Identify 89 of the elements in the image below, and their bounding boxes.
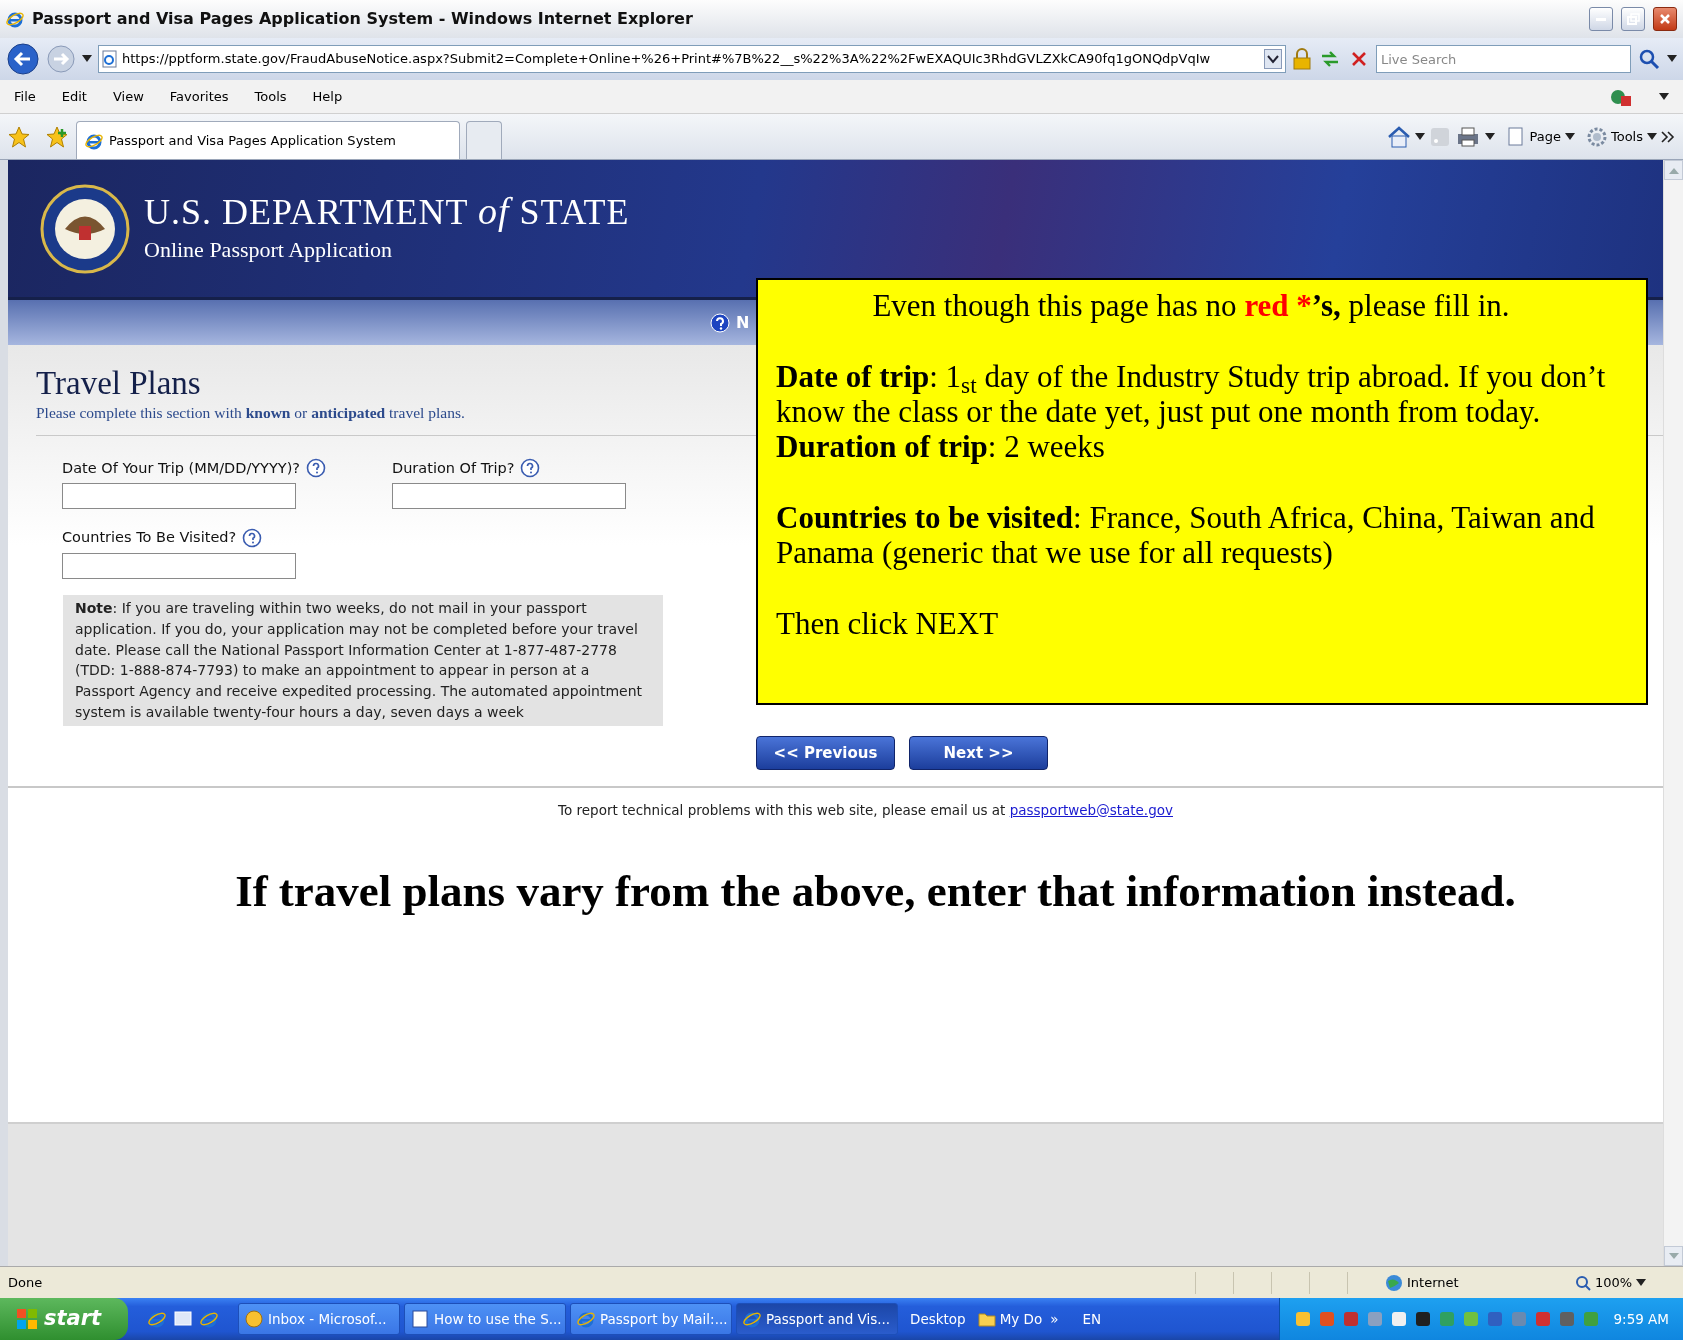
browser-logo-icon [577, 1310, 595, 1328]
field-label: Duration Of Trip? [392, 458, 515, 478]
menu-item[interactable]: Edit [61, 86, 87, 107]
dropdown-caret-icon [1647, 132, 1657, 141]
taskbar-button[interactable]: How to use the S... [404, 1303, 566, 1335]
field-label: Date Of Your Trip (MM/DD/YYYY)? [62, 458, 301, 478]
dropdown-caret-icon[interactable] [1659, 92, 1669, 101]
search-icon[interactable] [1637, 47, 1661, 71]
zoom-icon [1575, 1274, 1591, 1291]
clock: 9:59 AM [1613, 1309, 1669, 1329]
add-favorite-icon[interactable] [46, 125, 70, 148]
menu-item[interactable]: Help [312, 86, 343, 107]
callout-text: Then click NEXT [776, 606, 1000, 641]
home-icon[interactable] [1387, 125, 1412, 148]
input-field[interactable] [392, 483, 626, 510]
dropdown-caret-icon [1564, 132, 1575, 141]
dropdown-caret-icon[interactable] [1667, 55, 1677, 63]
scroll-down-icon[interactable] [1668, 1252, 1679, 1260]
toolbar-menu-button[interactable]: Tools [1586, 126, 1657, 147]
browser-logo-icon [743, 1310, 761, 1328]
section-subtitle: Please complete this section with known or anticipated travel plans. [36, 403, 465, 424]
taskbar-button[interactable]: Passport by Mail:... [570, 1303, 732, 1335]
toolbar-link[interactable]: Desktop [910, 1308, 966, 1330]
nav-button[interactable]: Next >> [909, 735, 1048, 770]
input-field[interactable] [62, 553, 296, 580]
tray-icon[interactable] [1413, 1310, 1432, 1328]
site-subtitle: Online Passport Application [144, 235, 394, 264]
callout-text: Countries to be visited: France, South Africa, China, Taiwan and Panama (generic that we use for all requests) [776, 500, 1596, 570]
folder-icon [977, 1311, 996, 1327]
window-title: Passport and Visa Pages Application System - Windows Internet Explorer [32, 8, 694, 30]
windows-logo-icon [16, 1308, 38, 1330]
restore-button[interactable] [1621, 7, 1645, 31]
footer-text: To report technical problems with this web site, please email us at passportweb@state.gov [558, 801, 1173, 818]
page-icon [1507, 126, 1526, 147]
status-text: Done [8, 1273, 43, 1292]
restore-icon [1625, 11, 1641, 27]
gear-icon [1586, 126, 1607, 147]
menu-item[interactable]: View [112, 86, 144, 107]
nav-button[interactable]: << Previous [756, 735, 895, 770]
dropdown-caret-icon[interactable] [1485, 132, 1496, 141]
dropdown-caret-icon[interactable] [1415, 132, 1426, 141]
dropdown-caret-icon[interactable] [1264, 49, 1282, 69]
padlock-icon [1292, 48, 1312, 70]
address-field[interactable]: https://pptform.state.gov/FraudAbuseNotice.aspx?Submit2=Complete+Online+%26+Print#%7B%22__s%22%3A%22%2FwEXAQUIc3RhdGVLZXkCA90fq1gONQdpVqIw [98, 45, 1286, 73]
help-icon[interactable] [306, 458, 327, 479]
section-title: Travel Plans [36, 365, 201, 402]
seal-emblem-icon [40, 183, 130, 274]
toolbar-link[interactable]: My Do [977, 1308, 1043, 1330]
chevron-icon[interactable] [1661, 130, 1675, 143]
menu-item[interactable]: Favorites [169, 86, 229, 107]
minimize-button[interactable] [1589, 7, 1613, 31]
search-field[interactable]: Live Search [1376, 45, 1631, 73]
dropdown-caret-icon [1636, 1278, 1647, 1287]
email-link[interactable]: passportweb@state.gov [1009, 801, 1173, 818]
callout-text: Date of trip: 1$_{st}$ day of the Industry Study trip abroad. If you don’t know the class or the date yet, just put one month from today. [776, 359, 1606, 429]
taskbar-button[interactable]: Inbox - Microsof... [238, 1303, 400, 1335]
field-label: Countries To Be Visited? [62, 528, 237, 548]
callout-heading: Even though this page has no red *’s, please fill in. [872, 288, 1510, 323]
note-text: Note: If you are traveling within two weeks, do not mail in your passport application. If you do, your application may not be completed before your travel date. Please call the National Passport Information Center at 1-877-487-2778 (TDD: 1-888-874-7793) to make an appointment to appear in person at a Passport Agency and receive expedited processing. The automated appointment system is available twenty-four hours a day, seven days a week [63, 595, 663, 726]
menu-item[interactable]: Tools [254, 86, 287, 107]
input-field[interactable] [62, 483, 296, 510]
more-button[interactable]: » [1050, 1308, 1059, 1330]
site-title: U.S. DEPARTMENT of STATE [144, 191, 630, 233]
browser-logo-icon[interactable] [200, 1310, 218, 1328]
caption-text: If travel plans vary from the above, enter that information instead. [235, 866, 1516, 917]
language-indicator[interactable]: EN [1078, 1308, 1106, 1330]
browser-logo-icon [6, 10, 24, 28]
dropdown-caret-icon[interactable] [82, 55, 92, 63]
callout-text: Duration of trip: 2 weeks [776, 429, 1106, 464]
globe-icon [1385, 1273, 1403, 1292]
zoom-control[interactable]: 100% [1575, 1272, 1675, 1293]
browser-logo-icon[interactable] [148, 1310, 166, 1328]
zone-label: Internet [1407, 1273, 1459, 1292]
scroll-up-icon[interactable] [1668, 166, 1679, 174]
new-tab-button[interactable] [466, 121, 502, 159]
menu-item[interactable]: File [14, 86, 36, 107]
forward-icon[interactable] [46, 44, 76, 74]
toolbar-menu-button[interactable]: Page [1507, 126, 1575, 147]
help-icon[interactable] [242, 528, 263, 549]
tray-icon[interactable] [1389, 1310, 1408, 1328]
back-icon[interactable] [6, 42, 40, 76]
document-icon [411, 1310, 429, 1328]
desktop-icon[interactable] [174, 1310, 192, 1328]
browser-tab[interactable]: Passport and Visa Pages Application System [76, 121, 460, 159]
page-icon [102, 50, 118, 68]
star-icon[interactable] [8, 125, 30, 148]
taskbar-button[interactable]: Passport and Vis... [736, 1303, 898, 1335]
help-icon[interactable] [520, 458, 541, 479]
close-button[interactable] [1653, 7, 1677, 31]
